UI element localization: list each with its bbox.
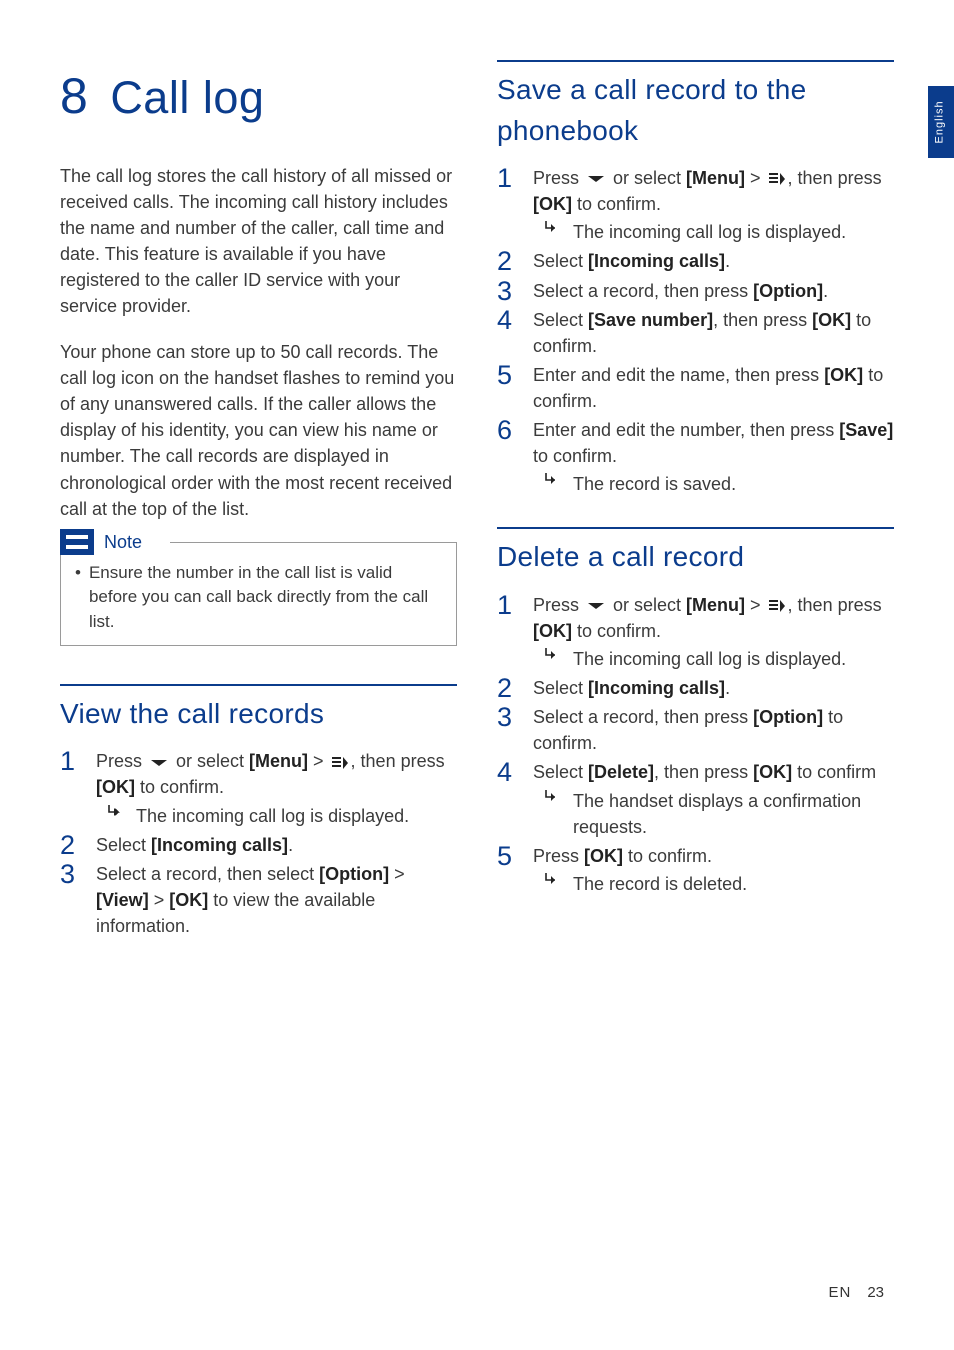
call-log-icon: [768, 171, 786, 187]
note-text: Ensure the number in the call list is va…: [89, 561, 444, 635]
step-item: Press or select [Menu] > , then press [O…: [497, 592, 894, 672]
step-item: Enter and edit the number, then press [S…: [497, 417, 894, 497]
right-column: Save a call record to the phonebook Pres…: [497, 60, 894, 953]
section-heading-view: View the call records: [60, 684, 457, 735]
result-arrow-icon: [106, 803, 124, 819]
footer-page-number: 23: [867, 1284, 884, 1301]
note-label: Note: [104, 529, 142, 555]
step-item: Select [Delete], then press [OK] to conf…: [497, 759, 894, 839]
step-item: Press [OK] to confirm. The record is del…: [497, 843, 894, 897]
step-item: Select a record, then select [Option] > …: [60, 861, 457, 939]
page-body: 8 Call log The call log stores the call h…: [0, 0, 954, 953]
intro-paragraph-2: Your phone can store up to 50 call recor…: [60, 339, 457, 522]
result-arrow-icon: [543, 871, 561, 887]
step-item: Press or select [Menu] > , then press [O…: [497, 165, 894, 245]
chapter-number: 8: [60, 68, 88, 124]
step-item: Enter and edit the name, then press [OK]…: [497, 362, 894, 414]
chapter-heading: 8 Call log: [60, 60, 457, 133]
result-text: The incoming call log is displayed.: [573, 646, 846, 672]
down-key-icon: [586, 600, 606, 612]
down-key-icon: [149, 757, 169, 769]
view-steps: Press or select [Menu] > , then press [O…: [60, 748, 457, 939]
step-item: Select [Incoming calls].: [497, 248, 894, 274]
note-icon: [60, 529, 94, 555]
result-text: The handset displays a confirmation requ…: [573, 788, 894, 840]
left-column: 8 Call log The call log stores the call h…: [60, 60, 457, 953]
bullet-icon: •: [75, 561, 81, 635]
call-log-icon: [331, 755, 349, 771]
result-text: The record is deleted.: [573, 871, 747, 897]
note-box: Note • Ensure the number in the call lis…: [60, 542, 457, 646]
footer-lang: EN: [828, 1284, 851, 1301]
result-arrow-icon: [543, 219, 561, 235]
result-text: The incoming call log is displayed.: [136, 803, 409, 829]
result-arrow-icon: [543, 788, 561, 804]
result-arrow-icon: [543, 471, 561, 487]
step-item: Select [Incoming calls].: [497, 675, 894, 701]
call-log-icon: [768, 598, 786, 614]
down-key-icon: [586, 173, 606, 185]
step-item: Select a record, then press [Option] to …: [497, 704, 894, 756]
page-footer: EN 23: [828, 1282, 884, 1304]
result-text: The record is saved.: [573, 471, 736, 497]
save-steps: Press or select [Menu] > , then press [O…: [497, 165, 894, 497]
step-item: Select [Save number], then press [OK] to…: [497, 307, 894, 359]
step-item: Press or select [Menu] > , then press [O…: [60, 748, 457, 828]
result-arrow-icon: [543, 646, 561, 662]
language-tab: English: [928, 86, 954, 158]
step-item: Select a record, then press [Option].: [497, 278, 894, 304]
result-text: The incoming call log is displayed.: [573, 219, 846, 245]
step-item: Select [Incoming calls].: [60, 832, 457, 858]
section-heading-delete: Delete a call record: [497, 527, 894, 578]
delete-steps: Press or select [Menu] > , then press [O…: [497, 592, 894, 897]
chapter-title: Call log: [110, 72, 264, 123]
intro-paragraph-1: The call log stores the call history of …: [60, 163, 457, 320]
section-heading-save: Save a call record to the phonebook: [497, 60, 894, 151]
